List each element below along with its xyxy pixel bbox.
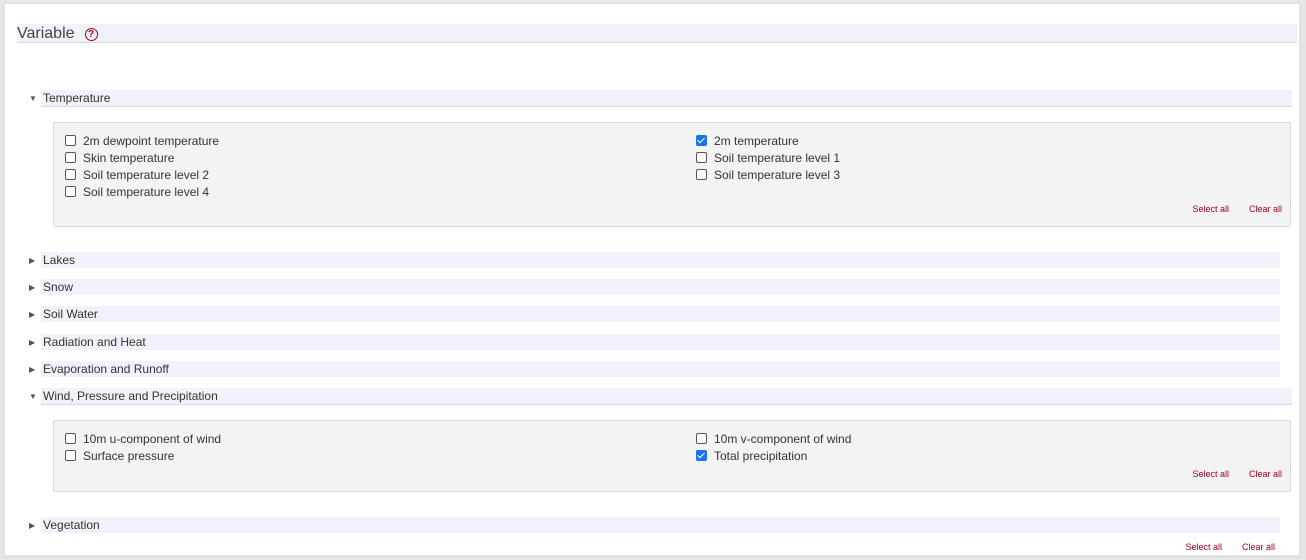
option-soil-temperature-level-3[interactable]: Soil temperature level 3 (696, 168, 1256, 182)
checkbox[interactable] (696, 450, 707, 461)
section-label: Soil Water (43, 307, 98, 321)
section-label: Evaporation and Runoff (43, 362, 169, 376)
section-vegetation[interactable]: ▶ Vegetation (29, 517, 1280, 533)
caret-right-icon: ▶ (29, 520, 36, 530)
caret-down-icon: ▼ (29, 391, 37, 401)
select-all-link[interactable]: Select all (1185, 542, 1222, 552)
section-label: Temperature (43, 91, 111, 105)
option-10m-v-component-of-wind[interactable]: 10m v-component of wind (696, 432, 1256, 446)
section-label: Vegetation (43, 518, 100, 532)
checkbox[interactable] (65, 152, 76, 163)
section-temperature[interactable]: ▼ Temperature (29, 90, 1292, 107)
caret-right-icon: ▶ (29, 282, 36, 292)
caret-right-icon: ▶ (29, 255, 36, 265)
option-10m-u-component-of-wind[interactable]: 10m u-component of wind (65, 432, 696, 446)
section-wind-pressure-precipitation[interactable]: ▼ Wind, Pressure and Precipitation (29, 388, 1292, 405)
section-label: Snow (43, 280, 74, 294)
wind-options-box: 10m u-component of wind 10m v-component … (53, 420, 1291, 492)
select-all-link[interactable]: Select all (1192, 204, 1229, 214)
option-soil-temperature-level-1[interactable]: Soil temperature level 1 (696, 151, 1256, 165)
checkbox[interactable] (65, 135, 76, 146)
caret-right-icon: ▶ (29, 309, 36, 319)
section-evaporation-and-runoff[interactable]: ▶ Evaporation and Runoff (29, 361, 1280, 377)
option-surface-pressure[interactable]: Surface pressure (65, 449, 696, 463)
variable-header: Variable ? (17, 24, 1297, 43)
clear-all-link[interactable]: Clear all (1249, 204, 1282, 214)
checkbox[interactable] (65, 433, 76, 444)
footer-actions: Select all Clear all (1185, 542, 1275, 552)
checkbox[interactable] (696, 433, 707, 444)
checkbox[interactable] (696, 169, 707, 180)
caret-right-icon: ▶ (29, 364, 36, 374)
caret-down-icon: ▼ (29, 93, 37, 103)
checkbox[interactable] (696, 135, 707, 146)
select-all-link[interactable]: Select all (1192, 469, 1229, 479)
section-label: Wind, Pressure and Precipitation (43, 389, 218, 403)
caret-right-icon: ▶ (29, 337, 36, 347)
section-label: Lakes (43, 253, 76, 267)
checkbox[interactable] (65, 169, 76, 180)
option-skin-temperature[interactable]: Skin temperature (65, 151, 696, 165)
section-label: Radiation and Heat (43, 335, 146, 349)
clear-all-link[interactable]: Clear all (1242, 542, 1275, 552)
temperature-options-box: 2m dewpoint temperature 2m temperature S… (53, 122, 1291, 227)
option-2m-temperature[interactable]: 2m temperature (696, 134, 1256, 148)
option-soil-temperature-level-4[interactable]: Soil temperature level 4 (65, 185, 696, 199)
variable-title: Variable (17, 25, 75, 42)
option-soil-temperature-level-2[interactable]: Soil temperature level 2 (65, 168, 696, 182)
checkbox[interactable] (65, 186, 76, 197)
section-lakes[interactable]: ▶ Lakes (29, 252, 1280, 268)
temperature-actions: Select all Clear all (1192, 204, 1282, 214)
checkbox[interactable] (65, 450, 76, 461)
clear-all-link[interactable]: Clear all (1249, 469, 1282, 479)
help-icon[interactable]: ? (84, 27, 98, 41)
option-2m-dewpoint-temperature[interactable]: 2m dewpoint temperature (65, 134, 696, 148)
wind-actions: Select all Clear all (1192, 469, 1282, 479)
variable-panel: Variable ? ▼ Temperature 2m dewpoint tem… (4, 3, 1300, 556)
section-radiation-and-heat[interactable]: ▶ Radiation and Heat (29, 334, 1280, 350)
section-snow[interactable]: ▶ Snow (29, 279, 1280, 295)
section-soil-water[interactable]: ▶ Soil Water (29, 306, 1280, 322)
checkbox[interactable] (696, 152, 707, 163)
option-total-precipitation[interactable]: Total precipitation (696, 449, 1256, 463)
